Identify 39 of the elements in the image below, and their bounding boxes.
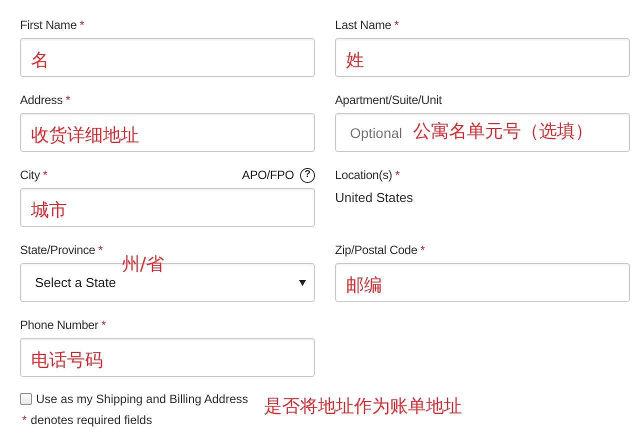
input-field[interactable] xyxy=(20,338,315,377)
required-mark: * xyxy=(98,243,103,257)
annotation-text: 城市 xyxy=(31,201,67,221)
footnote-text: denotes required fields xyxy=(30,413,152,427)
input-field[interactable] xyxy=(20,188,315,227)
required-mark: * xyxy=(22,413,27,427)
required-mark: * xyxy=(80,18,84,32)
field-label: City xyxy=(20,168,40,182)
input-field[interactable] xyxy=(335,38,630,77)
required-mark: * xyxy=(66,93,70,107)
help-icon[interactable]: ? xyxy=(300,168,315,182)
required-mark: * xyxy=(42,168,48,182)
required-mark: * xyxy=(101,318,106,332)
field-label: State/Province xyxy=(20,243,96,257)
annotation-text: 邮编 xyxy=(346,276,382,296)
field-label: Phone Number xyxy=(20,318,98,332)
field-label: Address xyxy=(20,93,63,107)
required-mark: * xyxy=(394,18,399,32)
field-label: Apartment/Suite/Unit xyxy=(335,93,442,107)
input-field[interactable] xyxy=(20,38,315,77)
required-mark: * xyxy=(420,243,425,257)
location-value: United States xyxy=(335,189,414,205)
input-field[interactable] xyxy=(335,263,630,302)
annotation-text: 名 xyxy=(31,51,49,71)
field-label: Zip/Postal Code xyxy=(335,243,418,257)
field-label: Last Name xyxy=(335,18,392,32)
input-field[interactable] xyxy=(20,113,315,152)
annotation-text: 公寓名单元号（选填） xyxy=(413,122,593,142)
annotation-text: 电话号码 xyxy=(31,351,103,371)
annotation-text: 收货详细地址 xyxy=(31,126,139,146)
field-label: First Name xyxy=(20,18,77,32)
checkbox[interactable] xyxy=(20,393,32,405)
caret-icon xyxy=(299,280,306,286)
annotation-text: 姓 xyxy=(346,51,364,71)
annotation-text: 是否将地址作为账单地址 xyxy=(264,395,462,418)
field-label: Location(s) xyxy=(335,168,392,182)
apo-fpo-label: APO/FPO xyxy=(242,168,294,182)
required-mark: * xyxy=(395,168,400,182)
checkbox-label: Use as my Shipping and Billing Address xyxy=(36,392,248,406)
